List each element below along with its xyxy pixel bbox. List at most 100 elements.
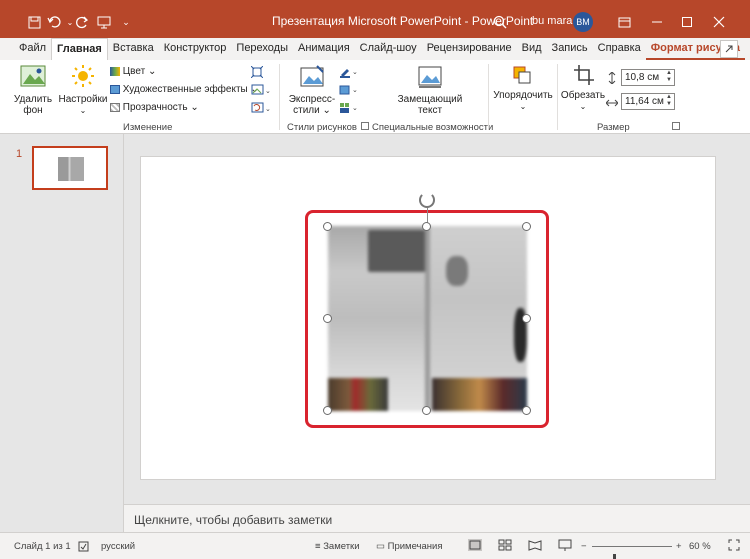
- artistic-effects-button[interactable]: Художественные эффекты ⌄: [110, 84, 259, 95]
- styles-launcher-icon[interactable]: [361, 122, 369, 130]
- resize-handle-top[interactable]: [422, 222, 431, 231]
- crop-button[interactable]: Обрезать ⌄: [560, 90, 606, 112]
- quick-styles-button[interactable]: Экспресс- стили ⌄: [286, 94, 338, 116]
- group-label-accessibility: Специальные возможности: [372, 122, 494, 133]
- rotate-handle-icon[interactable]: [419, 192, 435, 208]
- redo-icon[interactable]: [74, 14, 90, 30]
- maximize-icon[interactable]: [675, 10, 699, 34]
- language-status[interactable]: русский: [101, 541, 135, 552]
- alt-text-icon[interactable]: [415, 64, 445, 92]
- slide-counter: Слайд 1 из 1: [14, 541, 71, 552]
- comments-toggle[interactable]: ▭ Примечания: [376, 541, 442, 552]
- status-bar: Слайд 1 из 1 русский ≡ Заметки ▭ Примеча…: [0, 532, 750, 559]
- user-name[interactable]: bu mara: [532, 15, 572, 27]
- quick-styles-icon[interactable]: [298, 64, 326, 92]
- svg-text:⌄: ⌄: [352, 87, 358, 94]
- picture-region: [446, 256, 468, 286]
- slideshow-view-icon[interactable]: [558, 539, 572, 554]
- compress-pictures-icon[interactable]: [250, 65, 264, 79]
- tab-design[interactable]: Конструктор: [159, 38, 232, 60]
- width-icon: [605, 97, 619, 109]
- picture-fold: [425, 226, 430, 411]
- spellcheck-icon[interactable]: [78, 541, 89, 555]
- avatar[interactable]: BM: [573, 12, 593, 32]
- tab-review[interactable]: Рецензирование: [422, 38, 517, 60]
- normal-view-icon[interactable]: [468, 539, 482, 551]
- undo-icon[interactable]: [46, 14, 62, 30]
- minimize-icon[interactable]: [645, 10, 669, 34]
- picture-border-icon[interactable]: ⌄: [338, 66, 360, 78]
- resize-handle-right[interactable]: [522, 314, 531, 323]
- picture-region: [368, 230, 426, 272]
- tab-help[interactable]: Справка: [593, 38, 646, 60]
- svg-text:⌄: ⌄: [352, 105, 358, 112]
- ribbon-display-icon[interactable]: [612, 10, 636, 34]
- tab-slideshow[interactable]: Слайд-шоу: [355, 38, 422, 60]
- artistic-effects-icon: [110, 84, 120, 94]
- fit-slide-icon[interactable]: [728, 539, 740, 554]
- corrections-button[interactable]: Настройки ⌄: [56, 94, 110, 116]
- arrange-icon[interactable]: [510, 64, 534, 88]
- tab-view[interactable]: Вид: [517, 38, 547, 60]
- tab-insert[interactable]: Вставка: [108, 38, 159, 60]
- width-field[interactable]: 11,64 см ▲ ▼: [621, 93, 675, 110]
- slide-sorter-icon[interactable]: [498, 539, 512, 554]
- slide-number: 1: [16, 148, 23, 160]
- corrections-icon[interactable]: [70, 64, 96, 90]
- arrange-button[interactable]: Упорядочить ⌄: [492, 90, 554, 112]
- reset-picture-icon[interactable]: ⌄: [250, 102, 272, 114]
- zoom-slider[interactable]: [592, 546, 672, 559]
- zoom-in-button[interactable]: +: [676, 541, 682, 552]
- alt-text-button[interactable]: Замещающий текст: [394, 94, 466, 116]
- tab-home[interactable]: Главная: [51, 38, 108, 60]
- color-icon: [110, 66, 120, 76]
- selected-picture[interactable]: [328, 226, 527, 411]
- transparency-icon: [110, 102, 120, 112]
- zoom-slider-thumb[interactable]: [613, 554, 617, 559]
- thumbnail-picture: [58, 157, 84, 181]
- slide-thumbnail[interactable]: [32, 146, 108, 190]
- resize-handle-bottom-right[interactable]: [522, 406, 531, 415]
- zoom-out-button[interactable]: −: [581, 541, 587, 552]
- transparency-button[interactable]: Прозрачность ⌄: [110, 102, 199, 113]
- customize-toolbar-icon[interactable]: ⌄: [118, 14, 134, 30]
- save-icon[interactable]: [26, 14, 42, 30]
- svg-text:⌄: ⌄: [265, 88, 271, 95]
- slides-pane: 1: [0, 134, 124, 532]
- share-icon[interactable]: [720, 40, 738, 58]
- remove-background-icon[interactable]: [18, 64, 48, 94]
- tab-record[interactable]: Запись: [547, 38, 593, 60]
- notes-placeholder: Щелкните, чтобы добавить заметки: [134, 513, 333, 527]
- reading-view-icon[interactable]: [528, 539, 542, 554]
- group-label-styles: Стили рисунков: [287, 122, 357, 133]
- picture-effects-icon[interactable]: ⌄: [338, 84, 360, 96]
- resize-handle-top-left[interactable]: [323, 222, 332, 231]
- notes-toggle[interactable]: ≡ Заметки: [315, 541, 360, 552]
- resize-handle-top-right[interactable]: [522, 222, 531, 231]
- tab-transitions[interactable]: Переходы: [231, 38, 293, 60]
- remove-background-button[interactable]: Удалить фон: [8, 94, 58, 116]
- ribbon-tabs: Файл Главная Вставка Конструктор Переход…: [0, 38, 750, 60]
- resize-handle-bottom-left[interactable]: [323, 406, 332, 415]
- zoom-level[interactable]: 60 %: [689, 541, 711, 552]
- resize-handle-left[interactable]: [323, 314, 332, 323]
- picture-layout-icon[interactable]: ⌄: [338, 102, 360, 114]
- tab-file[interactable]: Файл: [14, 38, 51, 60]
- color-button[interactable]: Цвет ⌄: [110, 66, 156, 77]
- group-label-adjust: Изменение: [123, 122, 173, 133]
- close-icon[interactable]: [707, 10, 731, 34]
- tab-animations[interactable]: Анимация: [293, 38, 355, 60]
- crop-icon[interactable]: [572, 64, 596, 88]
- change-picture-icon[interactable]: ⌄: [250, 84, 272, 96]
- notes-icon: ≡: [315, 541, 321, 552]
- size-launcher-icon[interactable]: [672, 122, 680, 130]
- search-icon[interactable]: [492, 14, 508, 30]
- height-icon: [605, 71, 619, 85]
- notes-pane[interactable]: Щелкните, чтобы добавить заметки: [124, 504, 750, 532]
- picture-region: [328, 378, 388, 411]
- present-icon[interactable]: [96, 14, 112, 30]
- resize-handle-bottom[interactable]: [422, 406, 431, 415]
- svg-text:⌄: ⌄: [265, 106, 271, 113]
- height-field[interactable]: 10,8 см ▲ ▼: [621, 69, 675, 86]
- svg-text:⌄: ⌄: [352, 69, 358, 76]
